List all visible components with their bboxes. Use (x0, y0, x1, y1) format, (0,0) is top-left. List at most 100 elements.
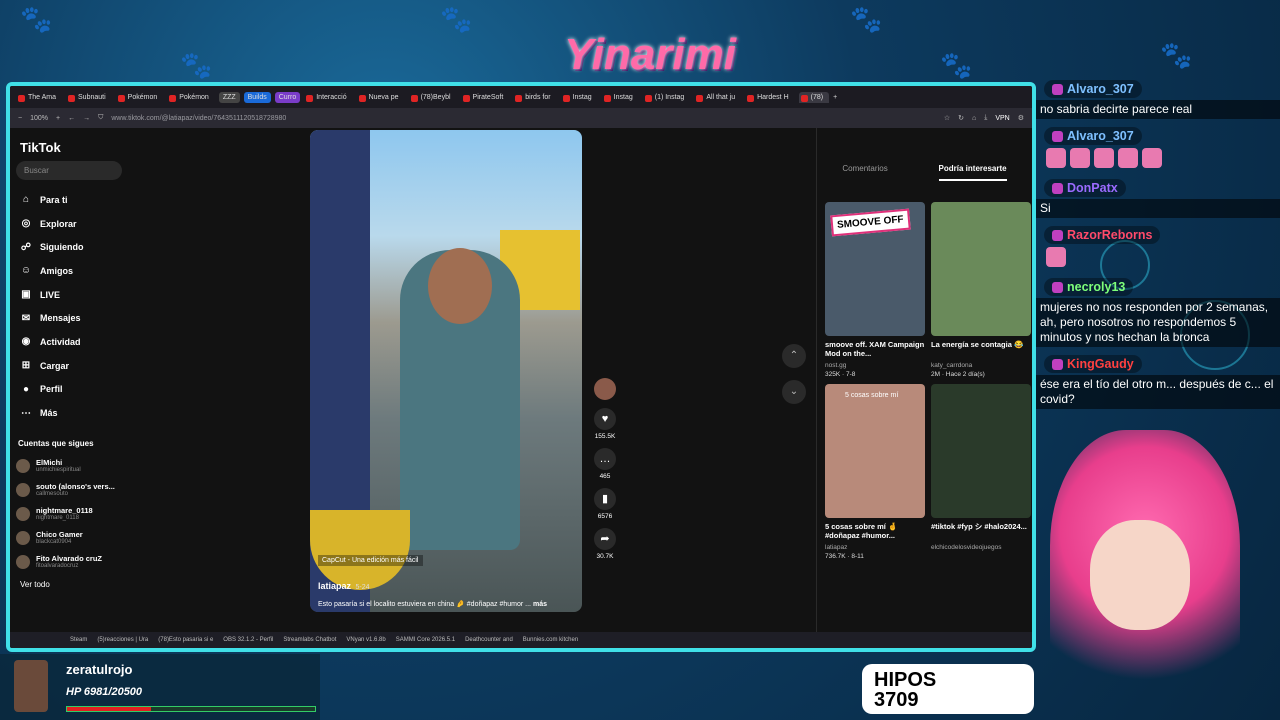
shield-icon[interactable]: ⛉ (98, 114, 103, 122)
sidebar-item-siguiendo[interactable]: ☍ Siguiendo (16, 235, 122, 259)
suggestion-card[interactable]: La energía se contagia 😂 katy_carrdona 2M … (931, 202, 1031, 378)
taskbar-item[interactable]: OBS 32.1.2 - Perfil (223, 637, 273, 643)
emote-icon (1142, 148, 1162, 168)
tab-comments[interactable]: Comentarios (842, 164, 887, 181)
browser-tab[interactable]: (1) Instag (643, 92, 691, 103)
browser-tab[interactable]: (78)Beybl (409, 92, 457, 103)
right-panel: Comentarios Podría interesarte SMOOVE OF… (816, 128, 1032, 632)
player-avatar (14, 660, 48, 712)
taskbar-item[interactable]: Steam (70, 637, 87, 643)
suggestion-title: 5 cosas sobre mí 🤞 #doñapaz #humor... (825, 522, 898, 540)
following-account[interactable]: Fito Alvarado cruZ fitoalvaradocruz (16, 550, 122, 574)
new-tab-button[interactable]: + (833, 94, 837, 101)
forward-icon[interactable]: → (83, 115, 90, 122)
capcut-badge[interactable]: CapCut - Una edición más fácil (318, 555, 423, 566)
following-account[interactable]: souto (alonso's vers... callmesouto (16, 478, 122, 502)
suggestion-thumbnail[interactable]: SMOOVE OFF (825, 202, 925, 336)
chat-username[interactable]: KingGaudy (1067, 357, 1134, 371)
chevron-down-icon[interactable]: ⌄ (782, 380, 806, 404)
browser-tab-active[interactable]: (78) (798, 91, 830, 103)
chat-username[interactable]: RazorReborns (1067, 228, 1152, 242)
tab-group[interactable]: Builds (243, 91, 271, 103)
sidebar-item-amigos[interactable]: ☺ Amigos (16, 259, 122, 283)
browser-tab[interactable]: Hardest H (745, 92, 795, 103)
chat-username[interactable]: necroly13 (1067, 280, 1125, 294)
suggestion-author[interactable]: katy_carrdona (931, 362, 1031, 369)
zoom-in-button[interactable]: + (56, 115, 60, 122)
taskbar-item[interactable]: (5)reacciones | Ura (97, 637, 148, 643)
browser-tab[interactable]: Instag (561, 92, 598, 103)
tab-group[interactable]: Curro (274, 91, 301, 103)
tiktok-logo[interactable]: TikTok (20, 140, 122, 155)
back-icon[interactable]: ← (68, 115, 75, 122)
sidebar-item-mensajes[interactable]: ✉ Mensajes (16, 306, 122, 330)
taskbar-item[interactable]: Streamlabs Chatbot (283, 637, 336, 643)
sidebar-item-para-ti[interactable]: ⌂ Para ti (16, 188, 122, 212)
taskbar-item[interactable]: (78)Esto pasaria si e (158, 637, 213, 643)
browser-tab[interactable]: PirateSoft (461, 92, 510, 103)
suggestion-author[interactable]: elchicodelosvideojuegos (931, 544, 1031, 551)
taskbar-item[interactable]: VNyan v1.6.8b (346, 637, 385, 643)
chat-username[interactable]: Alvaro_307 (1067, 82, 1134, 96)
profile-icon: ● (22, 383, 30, 395)
sidebar-item-más[interactable]: ⋯ Más (16, 401, 122, 425)
browser-tab[interactable]: All that ju (694, 92, 741, 103)
taskbar-item[interactable]: SAMMI Core 2026.5.1 (396, 637, 455, 643)
reload-icon[interactable]: ↻ (958, 114, 964, 122)
sidebar-item-perfil[interactable]: ● Perfil (16, 378, 122, 402)
sidebar-item-actividad[interactable]: ◉ Actividad (16, 330, 122, 354)
browser-tab[interactable]: Pokémon (116, 92, 164, 103)
suggestion-thumbnail[interactable] (931, 384, 1031, 518)
suggestion-thumbnail[interactable]: 5 cosas sobre mí (825, 384, 925, 518)
address-bar[interactable]: www.tiktok.com/@latiapaz/video/764351112… (111, 115, 935, 122)
browser-tab[interactable]: The Ama (16, 92, 62, 103)
browser-tab[interactable]: birds for (513, 92, 556, 103)
bookmark-star-icon[interactable]: ☆ (944, 114, 950, 122)
tab-group[interactable]: ZZZ (218, 91, 240, 103)
browser-tab[interactable]: Interacció (304, 92, 352, 103)
following-account[interactable]: ElMichi unmichiespiritual (16, 454, 122, 478)
browser-tab[interactable]: Subnauti (66, 92, 112, 103)
home-icon[interactable]: ⌂ (972, 115, 976, 122)
taskbar-item[interactable]: Deathcounter and (465, 637, 513, 643)
share-icon[interactable]: ➦ (594, 528, 616, 550)
tab-suggestions[interactable]: Podría interesarte (938, 164, 1007, 181)
bookmark-icon[interactable]: ▮ (594, 488, 616, 510)
search-input[interactable]: Buscar (16, 161, 122, 180)
comments-count: 465 (599, 473, 611, 480)
see-all-link[interactable]: Ver todo (16, 580, 122, 589)
suggestion-card[interactable]: #tiktok #fyp シ #halo2024... elchicodelosv… (931, 384, 1031, 560)
vpn-button[interactable]: VPN (995, 115, 1009, 122)
comment-icon[interactable]: … (594, 448, 616, 470)
suggestion-card[interactable]: 5 cosas sobre mí 5 cosas sobre mí 🤞 #doña… (825, 384, 925, 560)
chat-username[interactable]: Alvaro_307 (1067, 129, 1134, 143)
creator-avatar[interactable] (594, 378, 616, 400)
account-handle: callmesouto (36, 491, 69, 497)
sidebar-item-explorar[interactable]: ◎ Explorar (16, 212, 122, 236)
following-account[interactable]: Chico Gamer blackcat0904 (16, 526, 122, 550)
browser-tab[interactable]: Instag (602, 92, 639, 103)
taskbar-item[interactable]: Bunnies.com kitchen (523, 637, 578, 643)
video-player[interactable]: CapCut - Una edición más fácil latiapaz … (310, 130, 582, 612)
sidebar-item-cargar[interactable]: ⊞ Cargar (16, 354, 122, 378)
sidebar-item-live[interactable]: ▣ LIVE (16, 283, 122, 307)
following-account[interactable]: nightmare_0118 nightmare_0118 (16, 502, 122, 526)
sidebar-item-label: Amigos (40, 265, 74, 276)
suggestion-author[interactable]: latiapaz (825, 544, 925, 551)
suggestion-card[interactable]: SMOOVE OFF smoove off. XAM Campaign Mod o… (825, 202, 925, 378)
suggestion-stats: 325K · 7-8 (825, 371, 856, 378)
browser-tab[interactable]: Pokémon (167, 92, 215, 103)
chat-username[interactable]: DonPatx (1067, 181, 1118, 195)
badge-icon (1052, 229, 1063, 241)
suggestion-author[interactable]: nost.gg (825, 362, 925, 369)
more-link[interactable]: más (533, 601, 547, 608)
suggestion-thumbnail[interactable] (931, 202, 1031, 336)
download-icon[interactable]: ⤓ (984, 114, 987, 122)
zoom-out-button[interactable]: − (18, 115, 22, 122)
video-author[interactable]: latiapaz (318, 581, 351, 591)
sidebar-item-label: Mensajes (40, 313, 81, 324)
chevron-up-icon[interactable]: ⌃ (782, 344, 806, 368)
extensions-icon[interactable]: ⚙ (1018, 114, 1024, 122)
heart-icon[interactable]: ♥ (594, 408, 616, 430)
browser-tab[interactable]: Nueva pe (357, 92, 405, 103)
